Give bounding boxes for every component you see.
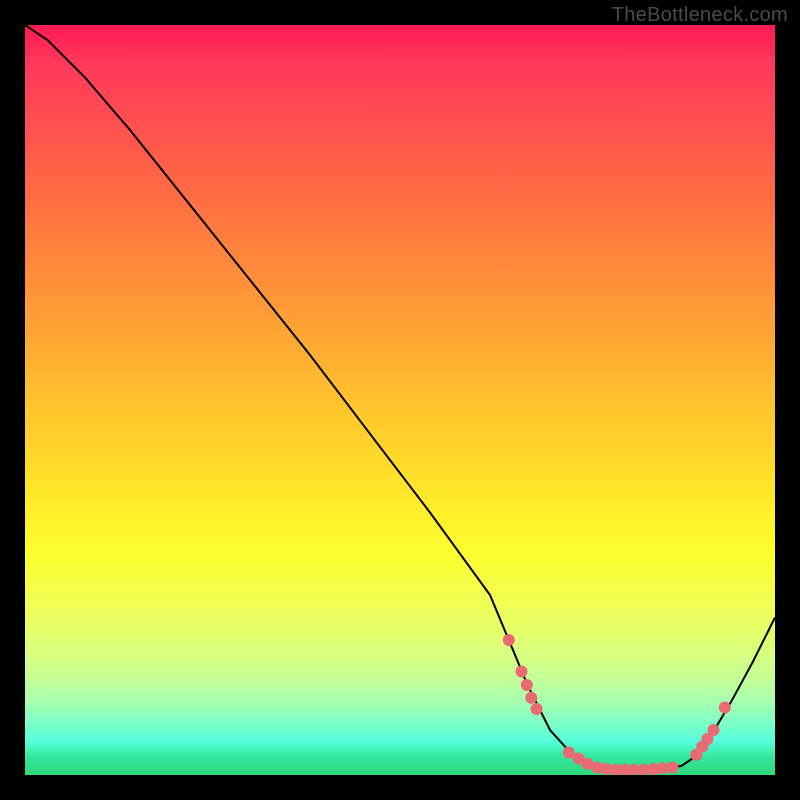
curve-marker	[516, 666, 528, 678]
curve-marker	[719, 702, 731, 714]
bottleneck-curve	[25, 25, 775, 770]
curve-svg	[25, 25, 775, 775]
curve-marker	[503, 634, 515, 646]
curve-marker	[521, 679, 533, 691]
plot-area	[25, 25, 775, 775]
chart-stage: TheBottleneck.com	[0, 0, 800, 800]
curve-marker	[666, 762, 678, 774]
curve-marker	[531, 703, 543, 715]
watermark-text: TheBottleneck.com	[612, 4, 788, 27]
curve-marker	[708, 724, 720, 736]
curve-marker	[525, 692, 537, 704]
curve-markers	[503, 634, 731, 775]
